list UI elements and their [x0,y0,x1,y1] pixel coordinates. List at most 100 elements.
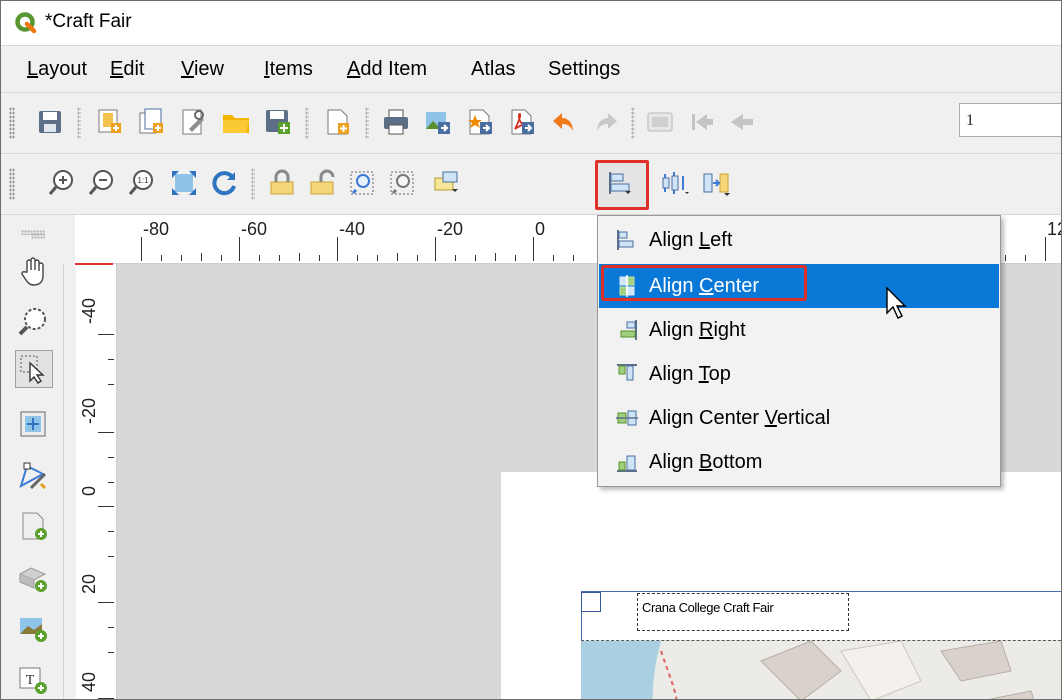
open-template-button[interactable] [219,105,253,139]
title-bar: *Craft Fair [1,1,1061,46]
menu-add-item[interactable]: Add Item [347,58,427,81]
svg-text:1:1: 1:1 [137,176,149,185]
raise-items-button[interactable] [429,166,463,200]
align-left-dropdown-icon [609,172,631,194]
menu-items[interactable]: Items [264,58,313,81]
ruler-label: -20 [79,397,99,424]
zoom-full-button[interactable] [167,166,201,200]
move-content-button[interactable] [15,406,51,442]
zoom-actual-button[interactable]: 1:1 [125,166,159,200]
resize-items-button[interactable] [699,166,733,200]
group-items-icon [350,171,374,195]
atlas-first-button[interactable] [685,105,719,139]
pan-hand-icon [21,257,44,286]
select-tool-button[interactable] [15,350,53,388]
undo-icon [553,113,573,131]
window-title: *Craft Fair [45,11,132,32]
menu-edit[interactable]: Edit [110,58,144,81]
toolbar-grip[interactable] [9,168,15,200]
zoom-actual-icon: 1:1 [128,170,153,195]
ungroup-items-button[interactable] [385,166,419,200]
toolbar-separator [631,107,635,139]
ruler-label: 40 [79,671,99,692]
vertical-ruler[interactable]: -40 -20 0 20 40 [76,264,117,699]
save-template-button[interactable] [261,105,295,139]
align-top-icon [617,364,637,381]
toolbar-separator [77,107,81,139]
align-center-highlight [601,265,807,301]
layout-manager-button[interactable] [177,105,211,139]
zoom-tool-button[interactable] [15,304,51,340]
new-layout-button[interactable] [93,105,127,139]
menu-item-align-top[interactable]: Align Top [599,352,999,396]
redo-button[interactable] [589,105,623,139]
ruler-cursor-marker [75,263,113,265]
menu-item-label: Align Top [649,362,731,385]
zoom-tool-icon [18,308,46,336]
zoom-out-button[interactable] [85,166,119,200]
group-items-button[interactable] [345,166,379,200]
atlas-preview-icon [647,112,673,132]
distribute-items-button[interactable] [657,166,691,200]
first-feature-icon [692,114,713,130]
menu-item-label: Align Right [649,318,746,341]
add-picture-button[interactable] [15,610,51,646]
align-items-button[interactable] [603,166,637,200]
new-layout-icon [98,109,121,133]
unlock-items-icon [310,169,335,195]
unlock-items-button[interactable] [305,166,339,200]
svg-text:T: T [26,673,35,688]
menu-item-align-left[interactable]: Align Left [599,218,999,262]
print-button[interactable] [379,105,413,139]
layout-page[interactable]: Crana College Craft Fair [501,472,1061,699]
mouse-pointer-icon [886,287,907,319]
ruler-label: -80 [143,219,170,239]
item-selection-handle[interactable] [581,592,601,612]
atlas-previous-button[interactable] [725,105,759,139]
export-image-button[interactable] [421,105,455,139]
export-svg-icon [468,109,492,135]
toolbar-grip[interactable] [9,107,15,139]
menu-view[interactable]: View [181,58,224,81]
layout-toolbar: 1 [1,93,1061,154]
menu-item-align-right[interactable]: Align Right [599,308,999,352]
undo-button[interactable] [547,105,581,139]
menu-item-align-bottom[interactable]: Align Bottom [599,440,999,484]
page-setup-button[interactable] [321,105,355,139]
qgis-layout-window: *Craft Fair Layout Edit View Items Add I… [0,0,1062,700]
export-pdf-button[interactable] [505,105,539,139]
atlas-preview-button[interactable] [643,105,677,139]
refresh-view-button[interactable] [207,166,241,200]
redo-icon [597,113,617,131]
previous-feature-icon [731,114,753,130]
add-3d-map-button[interactable] [15,560,51,596]
title-label-item[interactable]: Crana College Craft Fair [637,593,849,631]
print-icon [384,109,408,135]
add-label-button[interactable]: T [15,662,51,698]
edit-nodes-button[interactable] [15,458,51,494]
menu-item-align-center[interactable]: Align Center [599,264,999,308]
view-toolbar: 1:1 [1,154,1061,215]
align-right-icon [620,320,637,340]
edit-nodes-icon [19,462,47,490]
pan-tool-button[interactable] [15,254,51,290]
duplicate-layout-button[interactable] [135,105,169,139]
menu-atlas[interactable]: Atlas [471,58,515,81]
menu-item-label: Align Left [649,228,733,251]
export-pdf-icon [511,109,534,135]
distribute-items-icon [662,172,689,194]
lock-items-button[interactable] [265,166,299,200]
menu-layout[interactable]: Layout [27,58,87,81]
zoom-in-button[interactable] [45,166,79,200]
ruler-label: 20 [79,573,99,594]
menu-settings[interactable]: Settings [548,58,620,81]
map-item[interactable] [581,640,1061,699]
menu-item-align-center-vertical[interactable]: Align Center Vertical [599,396,999,440]
ruler-label: -40 [79,297,99,324]
add-layout-item-button[interactable] [15,508,51,544]
atlas-page-field[interactable]: 1 [959,103,1061,137]
align-bottom-icon [617,455,637,472]
save-project-button[interactable] [33,105,67,139]
export-svg-button[interactable] [463,105,497,139]
tools-toolbar: T [1,230,64,699]
